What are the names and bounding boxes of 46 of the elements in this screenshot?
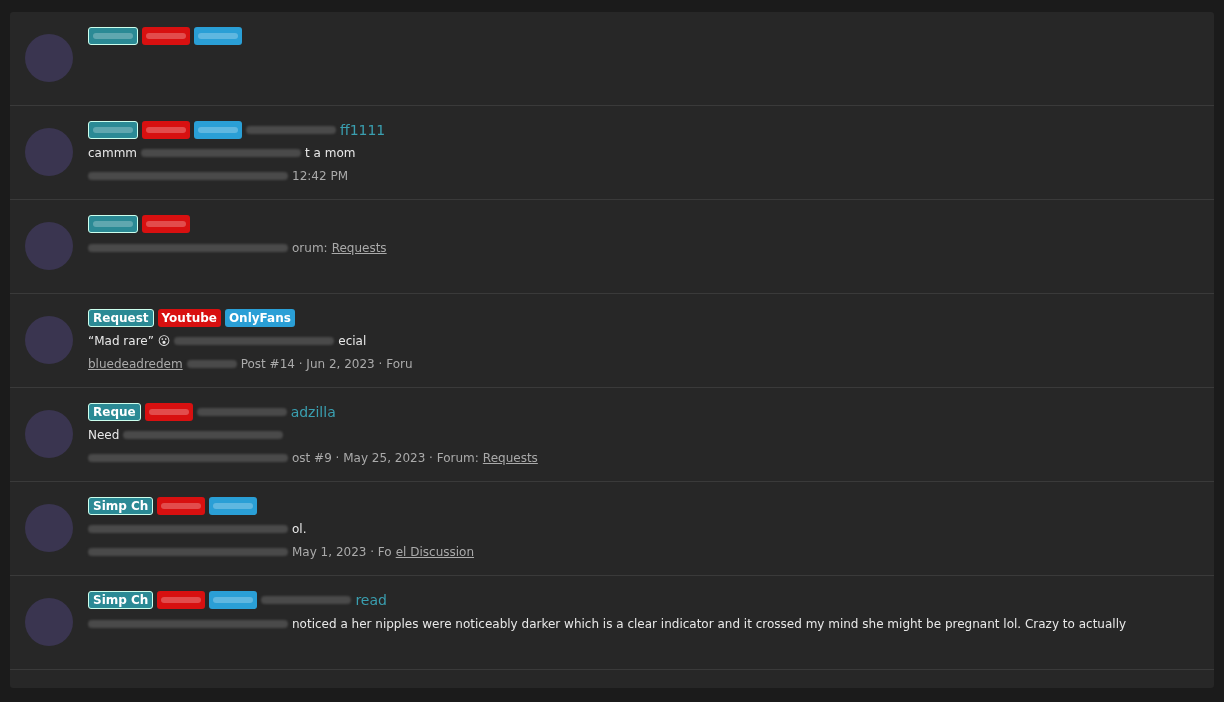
avatar-placeholder: [25, 128, 73, 176]
snippet-text: noticed a her nipples were noticeably darker which is a clear indicator and it crossed my mind she might be pregnant lol. Crazy to actually: [292, 617, 1127, 631]
tag: Simp Ch: [88, 496, 154, 515]
avatar-placeholder: [25, 316, 73, 364]
tag: Youtube: [157, 308, 221, 327]
tag: [209, 496, 258, 515]
forum-link[interactable]: el Discussion: [395, 544, 475, 559]
forum-link[interactable]: Requests: [482, 450, 538, 465]
post-meta: 12:42 PM: [292, 168, 348, 183]
tag: [157, 496, 206, 515]
tag: Request: [88, 308, 154, 327]
snippet-text: “Mad rare” 😮: [88, 333, 171, 348]
avatar-placeholder: [25, 504, 73, 552]
snippet-text: t a mom: [305, 145, 356, 160]
tag: [88, 27, 138, 45]
avatar-placeholder: [25, 222, 73, 270]
tag: [157, 591, 206, 609]
tag: [194, 27, 242, 45]
tag: [144, 402, 193, 421]
tag: [142, 215, 190, 233]
post-meta: Post #14 · Jun 2, 2023 · Foru: [240, 356, 413, 371]
post-meta: May 1, 2023 · Fo: [292, 544, 392, 559]
avatar-placeholder: [25, 598, 73, 646]
snippet-text: ecial: [338, 333, 367, 348]
username-link[interactable]: bluedeadredem: [88, 356, 183, 371]
result-title[interactable]: adzilla: [290, 403, 336, 420]
snippet-text: ol.: [292, 521, 307, 536]
tag: [88, 215, 138, 233]
tag: Reque: [88, 402, 141, 421]
post-meta: orum:: [292, 241, 328, 255]
tag: [142, 27, 190, 45]
result-title[interactable]: ff1111: [340, 121, 386, 138]
tag: [209, 591, 258, 609]
snippet-text: Need: [88, 427, 120, 442]
snippet-text: cammm: [88, 145, 138, 160]
tag: [194, 120, 242, 139]
tag: OnlyFans: [224, 308, 295, 327]
forum-link[interactable]: Requests: [331, 241, 387, 255]
tag: Simp Ch: [88, 591, 154, 609]
result-title[interactable]: read: [355, 592, 387, 608]
tag: [142, 120, 190, 139]
avatar-placeholder: [25, 34, 73, 82]
post-meta: ost #9 · May 25, 2023 · Forum:: [292, 450, 479, 465]
tag: [88, 120, 138, 139]
avatar-placeholder: [25, 410, 73, 458]
blurred-text: [186, 359, 237, 368]
